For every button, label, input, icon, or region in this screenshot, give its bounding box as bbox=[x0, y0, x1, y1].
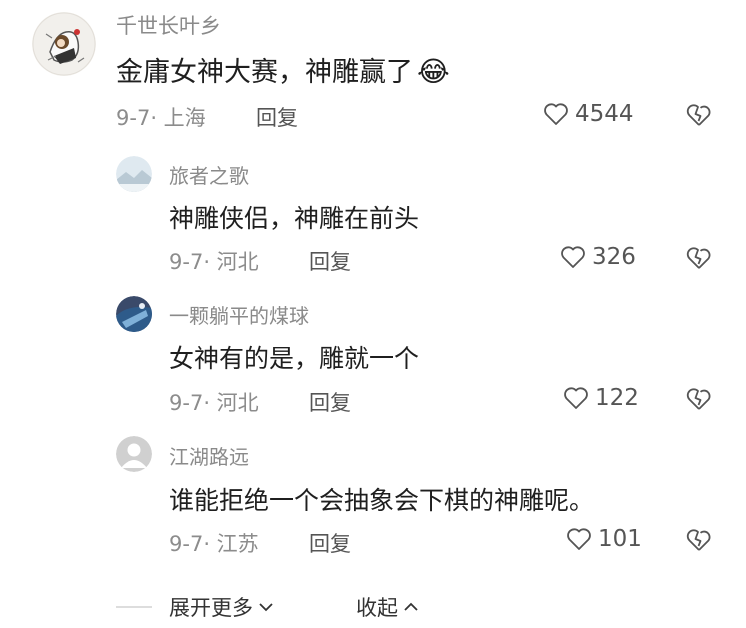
like-button[interactable]: 4544 bbox=[543, 101, 634, 127]
dislike-button[interactable] bbox=[686, 103, 712, 131]
like-count: 101 bbox=[598, 526, 642, 552]
comment-date: 9-7 bbox=[169, 250, 204, 274]
comment-location: 河北 bbox=[216, 391, 259, 415]
laugh-emoji-icon: 😂 bbox=[417, 55, 450, 88]
user-avatar[interactable] bbox=[116, 156, 152, 192]
comment-location: 上海 bbox=[163, 106, 206, 130]
like-button[interactable]: 101 bbox=[566, 526, 642, 552]
reply-button[interactable]: 回复 bbox=[309, 528, 351, 558]
broken-heart-icon bbox=[686, 247, 711, 269]
comment-date: 9-7 bbox=[116, 106, 151, 130]
heart-outline-icon bbox=[544, 103, 568, 125]
like-count: 122 bbox=[595, 385, 639, 411]
comment-location: 江苏 bbox=[216, 532, 259, 556]
comment-date: 9-7 bbox=[169, 532, 204, 556]
reply-button[interactable]: 回复 bbox=[309, 246, 351, 276]
user-name[interactable]: 江湖路远 bbox=[169, 441, 249, 470]
user-name[interactable]: 一颗躺平的煤球 bbox=[169, 300, 309, 329]
divider bbox=[116, 606, 152, 608]
broken-heart-icon bbox=[686, 104, 711, 126]
comment-text: 女神有的是，雕就一个 bbox=[169, 344, 420, 373]
dislike-button[interactable] bbox=[686, 528, 712, 556]
expand-more-button[interactable]: 展开更多 bbox=[169, 592, 275, 622]
collapse-button[interactable]: 收起 bbox=[356, 592, 420, 622]
user-name[interactable]: 旅者之歌 bbox=[169, 160, 249, 189]
comment-date: 9-7 bbox=[169, 391, 204, 415]
reply-button[interactable]: 回复 bbox=[309, 387, 351, 417]
like-button[interactable]: 122 bbox=[563, 385, 639, 411]
user-avatar[interactable] bbox=[116, 436, 152, 472]
expand-more-label: 展开更多 bbox=[169, 596, 253, 620]
heart-outline-icon bbox=[564, 387, 588, 409]
user-avatar[interactable] bbox=[32, 12, 96, 76]
reply-button[interactable]: 回复 bbox=[256, 102, 298, 132]
user-avatar[interactable] bbox=[116, 296, 152, 332]
comment-meta: 9-7· 上海 bbox=[116, 106, 206, 130]
comment-location: 河北 bbox=[216, 250, 259, 274]
comment-meta: 9-7· 河北 bbox=[169, 391, 259, 415]
user-name[interactable]: 千世长叶乡 bbox=[116, 10, 221, 40]
like-count: 4544 bbox=[575, 101, 634, 127]
comment-meta: 9-7· 江苏 bbox=[169, 532, 259, 556]
comment-text: 神雕侠侣，神雕在前头 bbox=[169, 204, 420, 233]
dislike-button[interactable] bbox=[686, 246, 712, 274]
comment-text: 金庸女神大赛，神雕赢了 😂 bbox=[116, 50, 450, 89]
dislike-button[interactable] bbox=[686, 387, 712, 415]
like-button[interactable]: 326 bbox=[560, 244, 636, 270]
heart-outline-icon bbox=[567, 528, 591, 550]
comment-text: 谁能拒绝一个会抽象会下棋的神雕呢。 bbox=[169, 486, 595, 515]
like-count: 326 bbox=[592, 244, 636, 270]
collapse-label: 收起 bbox=[356, 596, 398, 620]
chevron-down-icon bbox=[259, 603, 273, 612]
chevron-up-icon bbox=[404, 602, 418, 611]
broken-heart-icon bbox=[686, 529, 711, 551]
comment-text-content: 金庸女神大赛，神雕赢了 bbox=[116, 57, 413, 88]
broken-heart-icon bbox=[686, 388, 711, 410]
heart-outline-icon bbox=[561, 246, 585, 268]
comment-meta: 9-7· 河北 bbox=[169, 250, 259, 274]
